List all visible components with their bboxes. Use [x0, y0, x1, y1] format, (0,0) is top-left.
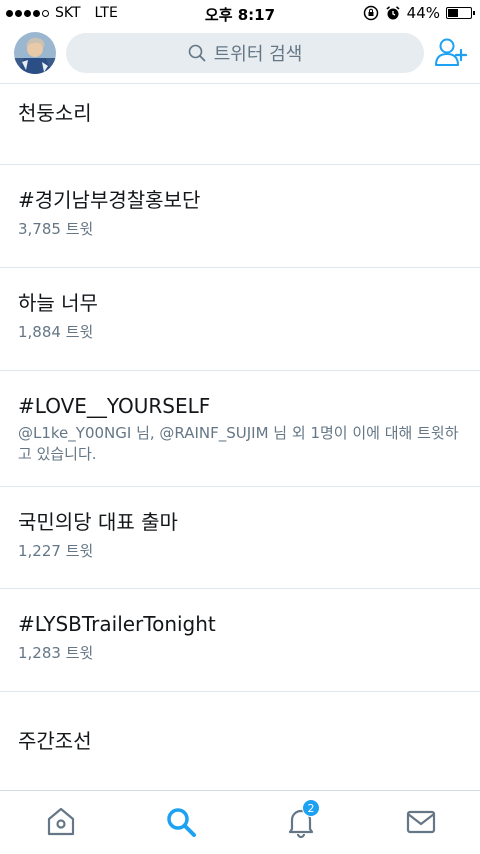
- messages-icon[interactable]: [404, 805, 438, 839]
- add-user-icon[interactable]: [434, 36, 468, 70]
- search-tab-icon[interactable]: [164, 805, 198, 839]
- trend-title: #경기남부경찰홍보단: [18, 188, 201, 212]
- trend-context: @L1ke_Y00NGI 님, @RAINF_SUJIM 님 외 1명이 이에 …: [18, 424, 459, 463]
- status-bar: SKT LTE 오후 8:17 44%: [0, 0, 480, 28]
- trends-list: 천둥소리 #경기남부경찰홍보단 3,785 트윗 하늘 너무 1,884 트윗 …: [0, 84, 480, 792]
- trend-item[interactable]: 국민의당 대표 출마 1,227 트윗: [0, 487, 480, 589]
- trend-title: #LYSBTrailerTonight: [18, 612, 216, 636]
- trend-tweet-count: 1,884 트윗: [18, 323, 94, 341]
- alarm-icon: [386, 6, 400, 20]
- avatar-image: [14, 32, 56, 74]
- trend-title: 주간조선: [18, 729, 92, 753]
- search-placeholder: 트위터 검색: [213, 44, 303, 65]
- status-right: 44%: [363, 4, 475, 22]
- home-icon[interactable]: [44, 805, 78, 839]
- notifications-badge: 2: [302, 799, 320, 817]
- trend-item[interactable]: #경기남부경찰홍보단 3,785 트윗: [0, 165, 480, 268]
- search-icon: [188, 44, 206, 62]
- profile-avatar[interactable]: [14, 32, 56, 74]
- trend-item[interactable]: 하늘 너무 1,884 트윗: [0, 268, 480, 371]
- rotation-lock-icon: [363, 5, 378, 21]
- trend-tweet-count: 3,785 트윗: [18, 220, 94, 238]
- trend-tweet-count: 1,227 트윗: [18, 542, 94, 560]
- battery-icon: [446, 7, 475, 19]
- trend-item[interactable]: #LOVE__YOURSELF @L1ke_Y00NGI 님, @RAINF_S…: [0, 371, 480, 487]
- search-input[interactable]: 트위터 검색: [66, 33, 424, 73]
- trend-item[interactable]: 천둥소리: [0, 84, 480, 165]
- battery-percent: 44%: [406, 4, 440, 22]
- bottom-tab-bar: 2: [0, 790, 480, 854]
- header: 트위터 검색: [0, 28, 480, 84]
- trend-title: 국민의당 대표 출마: [18, 510, 178, 534]
- trend-title: 천둥소리: [18, 101, 92, 125]
- trend-title: #LOVE__YOURSELF: [18, 394, 211, 418]
- trend-title: 하늘 너무: [18, 291, 98, 315]
- trend-tweet-count: 1,283 트윗: [18, 644, 94, 662]
- trend-item[interactable]: #LYSBTrailerTonight 1,283 트윗: [0, 589, 480, 692]
- notifications-tab[interactable]: 2: [284, 799, 320, 839]
- trend-item[interactable]: 주간조선: [0, 692, 480, 792]
